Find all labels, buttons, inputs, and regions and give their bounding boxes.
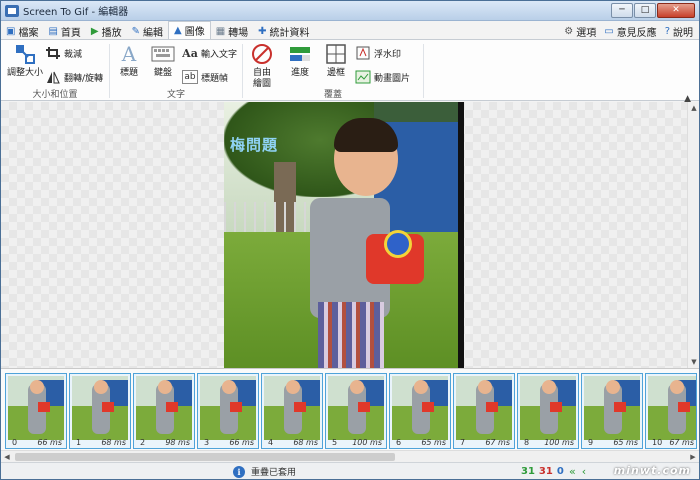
caption-icon: A	[121, 41, 137, 66]
text-group-label: 文字	[166, 90, 185, 100]
resize-button[interactable]: 調整大小	[7, 42, 43, 79]
overlay-group: 自由繪圖 進度 邊框 浮水印 動畫圖片 覆蓋	[243, 40, 423, 101]
frame-preview[interactable]: 梅問題	[224, 102, 464, 368]
frame-counters: 31 31 0	[521, 466, 564, 477]
title-frame-icon: ab	[182, 70, 198, 84]
frame-item[interactable]: 8 100 ms	[517, 373, 579, 449]
help-icon: ?	[664, 25, 670, 37]
brand-watermark: minwt.com	[613, 464, 691, 477]
cinemagraph-button[interactable]: 動畫圖片	[355, 70, 410, 84]
frame-item[interactable]: 4 68 ms	[261, 373, 323, 449]
border-icon	[323, 42, 349, 66]
pencil-icon: ✎	[131, 25, 140, 37]
editor-window: Screen To Gif - 編輯器 ─ □ ✕ ▣ 檔案 ▤ 首頁 ▶ 播放…	[0, 0, 700, 480]
first-frame-icon[interactable]: «	[569, 465, 576, 478]
frame-item[interactable]: 10 67 ms	[645, 373, 697, 449]
tab-edit[interactable]: ✎ 編輯	[127, 23, 168, 39]
selected-frames-count: 31	[538, 466, 553, 477]
minimize-button[interactable]: ─	[611, 3, 633, 18]
tab-playback[interactable]: ▶ 播放	[86, 23, 127, 39]
save-icon: ▣	[6, 25, 16, 37]
font-icon: Aa	[182, 46, 198, 60]
frame-item[interactable]: 1 68 ms	[69, 373, 131, 449]
size-position-group-label: 大小和位置	[32, 90, 78, 100]
cinemagraph-icon	[355, 70, 371, 84]
resize-icon	[12, 42, 38, 66]
frame-item[interactable]: 9 65 ms	[581, 373, 643, 449]
tab-transitions[interactable]: ▦ 轉場	[211, 23, 253, 39]
border-button[interactable]: 邊框	[323, 42, 349, 79]
info-icon: i	[233, 465, 245, 478]
watermark-icon	[355, 46, 371, 60]
close-button[interactable]: ✕	[657, 3, 695, 18]
brush-icon	[249, 42, 275, 66]
free-text-button[interactable]: Aa 輸入文字	[182, 46, 237, 60]
image-icon: ▲	[174, 25, 182, 36]
free-drawing-button[interactable]: 自由繪圖	[249, 42, 275, 90]
play-icon: ▶	[90, 25, 99, 37]
frame-item[interactable]: 6 65 ms	[389, 373, 451, 449]
crop-icon	[45, 46, 61, 60]
title-bar: Screen To Gif - 編輯器 ─ □ ✕	[1, 1, 699, 21]
frame-list-scrollbar[interactable]: ◀ ▶	[1, 450, 699, 462]
scroll-up-icon[interactable]: ▲	[688, 102, 700, 114]
frame-item[interactable]: 7 67 ms	[453, 373, 515, 449]
watermark-button[interactable]: 浮水印	[355, 46, 401, 60]
scrollbar-thumb[interactable]	[15, 453, 395, 461]
maximize-button[interactable]: □	[634, 3, 656, 18]
flip-icon	[45, 70, 61, 84]
title-frame-button[interactable]: ab 標題幀	[182, 70, 228, 84]
watermark-overlay-text: 梅問題	[230, 136, 279, 154]
zero-count: 0	[556, 466, 564, 477]
flip-rotate-button[interactable]: 翻轉/旋轉	[45, 70, 103, 84]
frame-item[interactable]: 3 66 ms	[197, 373, 259, 449]
tab-file[interactable]: ▣ 檔案	[1, 23, 43, 39]
total-frames-count: 31	[521, 466, 535, 477]
tab-statistics[interactable]: ✚ 統計資料	[253, 23, 314, 39]
chart-icon: ✚	[258, 25, 267, 37]
help-button[interactable]: ? 說明	[665, 24, 693, 39]
tab-image[interactable]: ▲ 圖像	[168, 21, 211, 39]
tab-home[interactable]: ▤ 首頁	[43, 23, 85, 39]
status-bar: i 重疊已套用 31 31 0 « ‹ minwt.com	[1, 462, 699, 479]
size-position-group: 調整大小 裁減 翻轉/旋轉 大小和位置	[1, 40, 109, 101]
previous-frame-icon[interactable]: ‹	[582, 465, 586, 478]
frame-list: 0 66 ms 1 68 ms 2 98 ms 3 66 ms 4 68 ms …	[1, 368, 699, 450]
frame-item[interactable]: 5 100 ms	[325, 373, 387, 449]
film-icon: ▦	[215, 25, 226, 37]
ribbon: 調整大小 裁減 翻轉/旋轉 大小和位置 A 標題 鍵盤 Aa 輸入文字 ab 標…	[1, 39, 699, 104]
feedback-button[interactable]: ▭ 意見反應	[604, 24, 656, 39]
progress-button[interactable]: 進度	[287, 42, 313, 79]
canvas-vertical-scrollbar[interactable]: ▲ ▼	[687, 102, 699, 368]
caption-button[interactable]: A 標題	[116, 42, 142, 79]
frame-item[interactable]: 2 98 ms	[133, 373, 195, 449]
options-button[interactable]: ⚙ 選項	[564, 24, 596, 39]
progress-icon	[287, 42, 313, 66]
ribbon-tabs: ▣ 檔案 ▤ 首頁 ▶ 播放 ✎ 編輯 ▲ 圖像 ▦ 轉場 ✚ 統計資料 ⚙ 選…	[1, 21, 699, 39]
keyboard-button[interactable]: 鍵盤	[150, 42, 176, 79]
frame-navigation: « ‹	[569, 465, 586, 478]
crop-button[interactable]: 裁減	[45, 46, 82, 60]
keyboard-icon	[150, 42, 176, 66]
status-message: i 重疊已套用	[233, 465, 296, 478]
home-icon: ▤	[48, 25, 58, 37]
text-group: A 標題 鍵盤 Aa 輸入文字 ab 標題幀 文字	[110, 40, 242, 101]
window-title: Screen To Gif - 編輯器	[23, 7, 129, 18]
wrench-icon: ⚙	[564, 25, 574, 37]
app-icon	[5, 4, 19, 17]
scroll-down-icon[interactable]: ▼	[688, 356, 700, 368]
feedback-icon: ▭	[604, 25, 614, 37]
overlay-group-label: 覆蓋	[323, 90, 342, 100]
frame-item[interactable]: 0 66 ms	[5, 373, 67, 449]
